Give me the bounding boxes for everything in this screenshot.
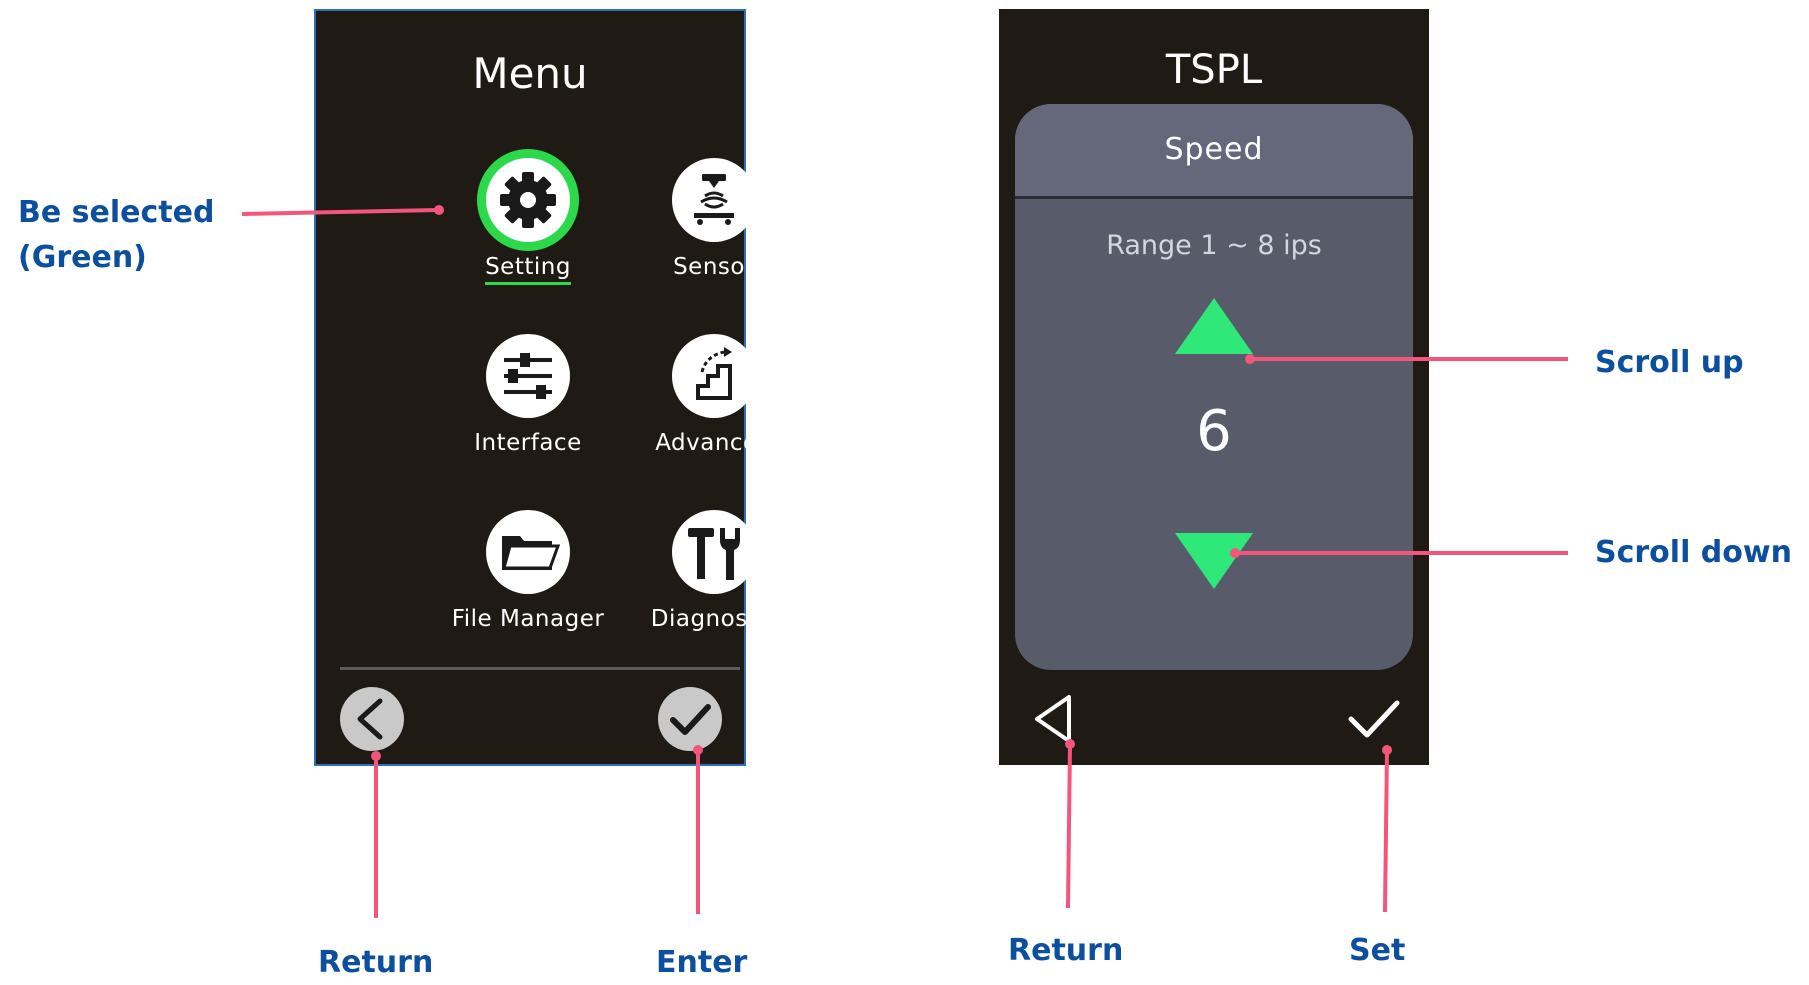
- menu-item-interface[interactable]: Interface: [438, 334, 618, 474]
- menu-label-diagnostic: Diagnostic: [650, 606, 778, 632]
- gear-icon: [486, 158, 570, 242]
- speed-panel-header: Speed: [1015, 104, 1413, 199]
- enter-annotation: Enter: [656, 945, 748, 980]
- menu-item-advanced[interactable]: Advanced: [624, 334, 804, 474]
- speed-range-text: Range 1 ~ 8 ips: [1106, 230, 1322, 261]
- sensor-icon: [672, 158, 756, 242]
- speed-panel: Speed Range 1 ~ 8 ips 6: [1015, 104, 1413, 670]
- folder-icon: [486, 510, 570, 594]
- tools-icon: [672, 510, 756, 594]
- chevron-left-icon: [357, 698, 383, 740]
- scroll-down-annotation: Scroll down: [1595, 535, 1792, 570]
- callout-lines: [241, 205, 1568, 918]
- menu-label-interface: Interface: [474, 430, 582, 456]
- tspl-back-button[interactable]: [1025, 689, 1085, 749]
- check-icon: [670, 704, 711, 735]
- speed-panel-title: Speed: [1164, 132, 1264, 167]
- tspl-screen: TSPL Speed Range 1 ~ 8 ips 6: [999, 9, 1429, 765]
- tspl-title: TSPL: [1165, 47, 1263, 93]
- tspl-set-button[interactable]: [1343, 689, 1403, 749]
- menu-enter-button[interactable]: [658, 687, 722, 751]
- menu-label-file-manager: File Manager: [451, 606, 605, 632]
- triangle-up-icon[interactable]: [1175, 298, 1253, 354]
- menu-item-file-manager[interactable]: File Manager: [438, 510, 618, 650]
- stairs-icon: [672, 334, 756, 418]
- sliders-icon: [486, 334, 570, 418]
- menu-item-sensor[interactable]: Sensor: [624, 158, 804, 298]
- menu-back-button[interactable]: [340, 687, 404, 751]
- return-left-annotation: Return: [318, 945, 434, 980]
- scroll-up-annotation: Scroll up: [1595, 345, 1744, 380]
- menu-screen: Menu Setting Sensor Interface Advanced F…: [314, 9, 777, 766]
- menu-item-setting[interactable]: Setting: [438, 158, 618, 298]
- be-selected-line2: (Green): [18, 240, 147, 275]
- check-icon: [1348, 700, 1400, 738]
- speed-value: 6: [1196, 399, 1232, 464]
- triangle-down-icon[interactable]: [1175, 533, 1253, 589]
- return-right-annotation: Return: [1008, 933, 1124, 968]
- menu-title: Menu: [472, 49, 588, 98]
- menu-label-sensor: Sensor: [673, 254, 755, 280]
- menu-label-setting: Setting: [438, 254, 618, 285]
- be-selected-line1: Be selected: [18, 195, 215, 230]
- menu-divider: [340, 667, 740, 670]
- set-annotation: Set: [1349, 933, 1406, 968]
- be-selected-annotation: Be selected (Green): [18, 190, 214, 280]
- triangle-left-outline-icon: [1035, 695, 1071, 743]
- menu-label-advanced: Advanced: [655, 430, 773, 456]
- menu-item-diagnostic[interactable]: Diagnostic: [624, 510, 804, 650]
